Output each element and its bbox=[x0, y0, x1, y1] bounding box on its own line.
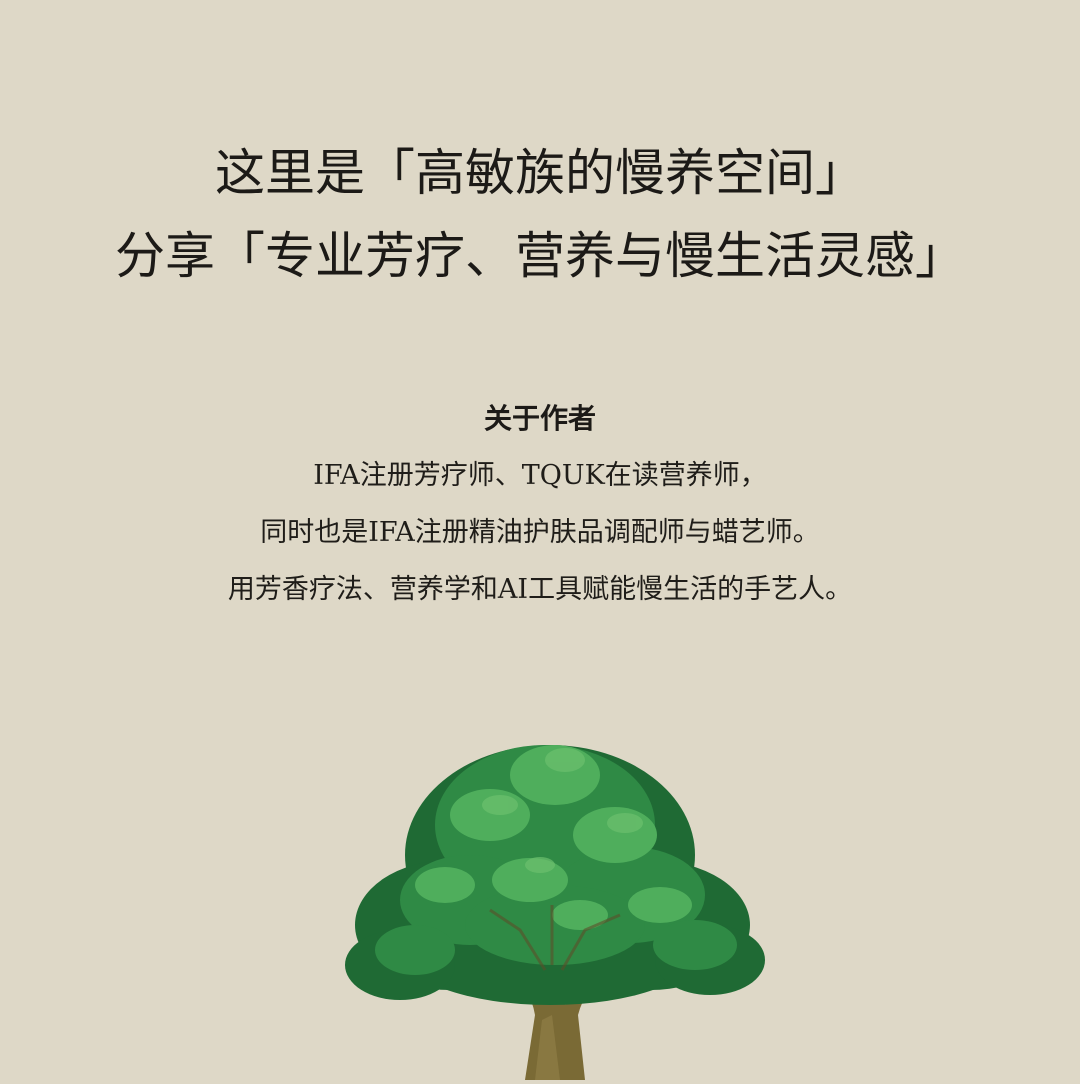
tree-icon bbox=[330, 715, 770, 1080]
about-author-line-2: 同时也是IFA注册精油护肤品调配师与蜡艺师。 bbox=[260, 517, 820, 548]
about-author-line-3: 用芳香疗法、营养学和AI工具赋能慢生活的手艺人。 bbox=[227, 574, 853, 605]
about-author-line-1: IFA注册芳疗师、TQUK在读营养师， bbox=[313, 460, 767, 491]
about-author-title: 关于作者 bbox=[483, 402, 596, 435]
headline-line-2: 分享「专业芳疗、营养与慢生活灵感」 bbox=[115, 227, 965, 285]
headline-line-1: 这里是「高敏族的慢养空间」 bbox=[215, 144, 865, 202]
